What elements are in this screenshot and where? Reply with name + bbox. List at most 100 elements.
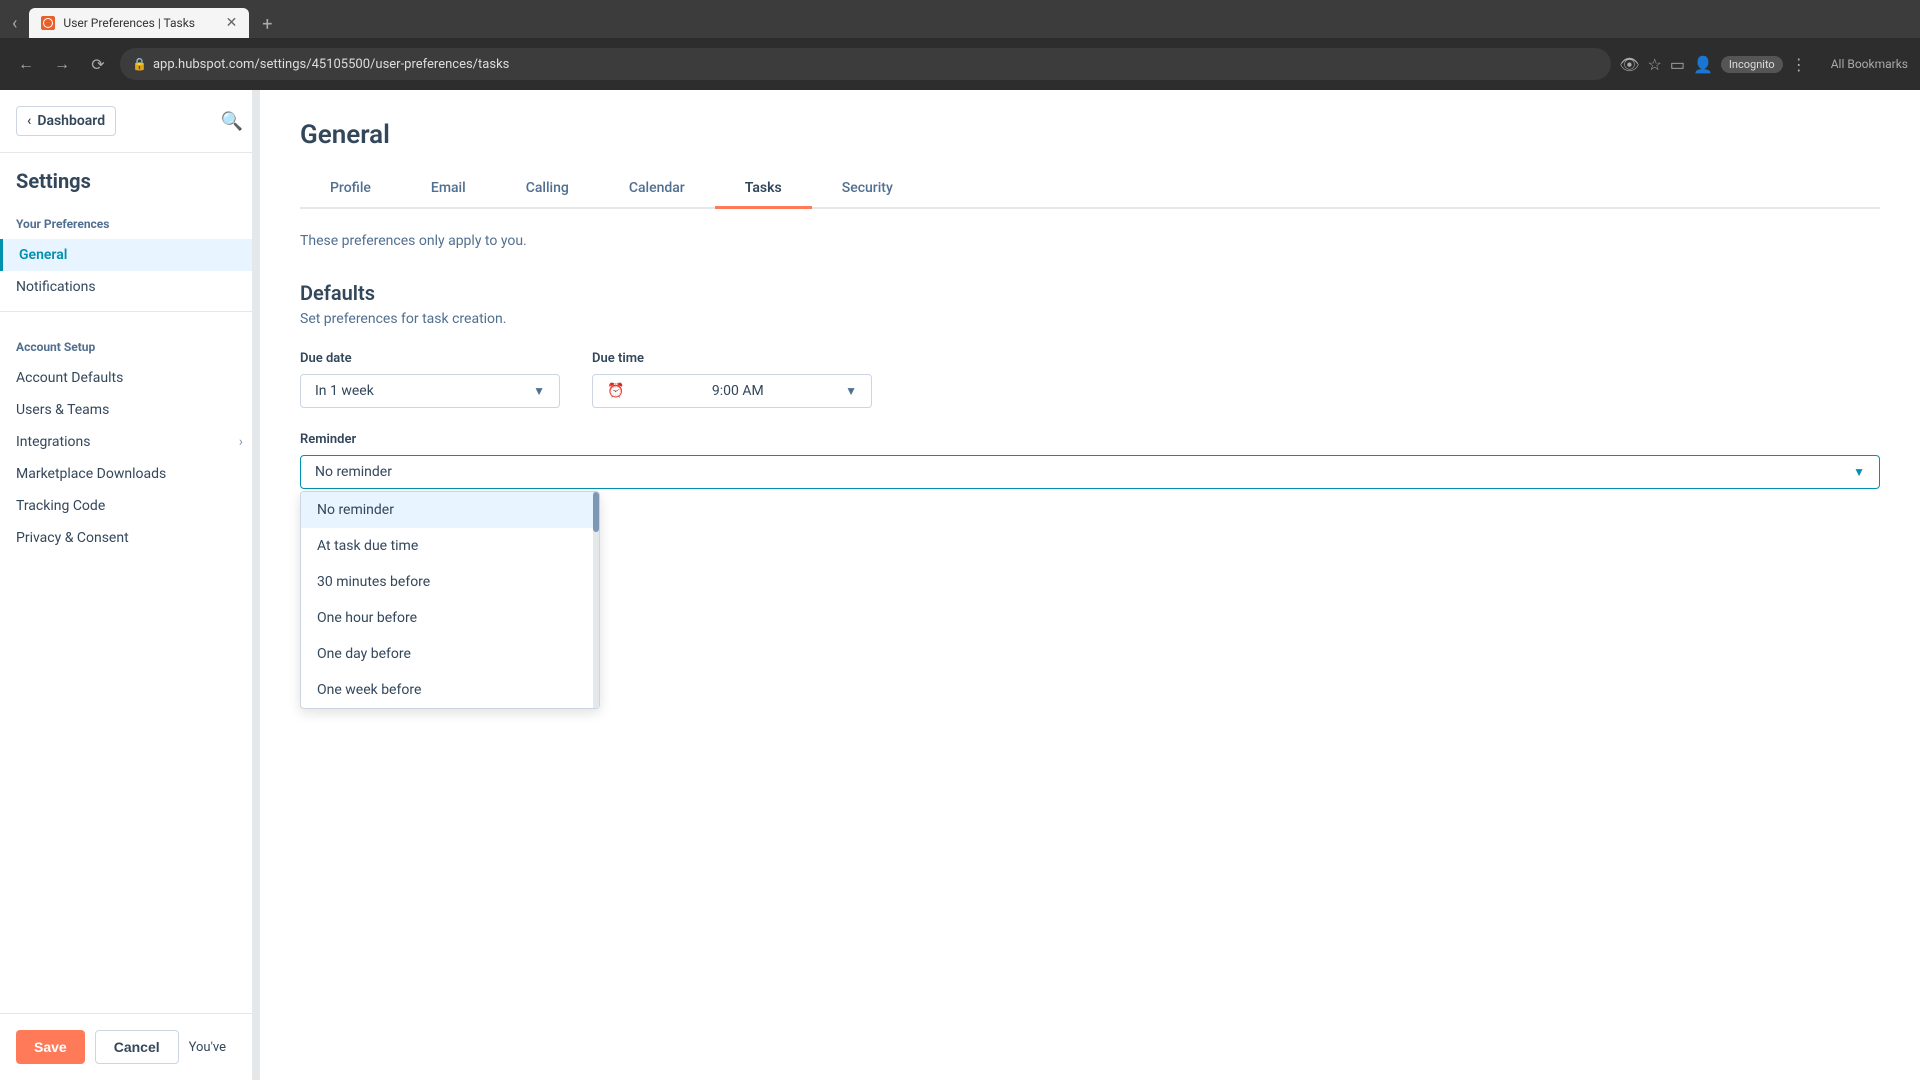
reminder-option-one-hour[interactable]: One hour before	[301, 600, 593, 636]
sidebar-scrollbar[interactable]	[252, 90, 260, 1080]
integrations-chevron-icon: ›	[239, 434, 243, 450]
bookmarks-label: All Bookmarks	[1831, 57, 1908, 71]
due-date-label: Due date	[300, 351, 560, 366]
due-time-chevron-icon: ▼	[845, 384, 857, 398]
preferences-note: These preferences only apply to you.	[300, 233, 1880, 249]
account-defaults-label: Account Defaults	[16, 370, 123, 386]
tab-email[interactable]: Email	[401, 170, 496, 209]
reminder-option-at-due-time[interactable]: At task due time	[301, 528, 593, 564]
menu-icon[interactable]: ⋮	[1791, 55, 1807, 74]
tab-calendar[interactable]: Calendar	[599, 170, 715, 209]
sidebar-item-integrations[interactable]: Integrations ›	[0, 426, 259, 458]
reminder-dropdown-menu: No reminder At task due time 30 minutes …	[300, 491, 600, 709]
tab-title: User Preferences | Tasks	[63, 16, 195, 30]
sidebar-item-notifications[interactable]: Notifications	[0, 271, 259, 303]
privacy-consent-label: Privacy & Consent	[16, 530, 129, 546]
dashboard-label: Dashboard	[37, 113, 105, 129]
integrations-label: Integrations	[16, 434, 90, 450]
address-bar[interactable]: 🔒 app.hubspot.com/settings/45105500/user…	[120, 48, 1611, 80]
cancel-button[interactable]: Cancel	[95, 1030, 179, 1064]
due-time-select[interactable]: ⏰ 9:00 AM ▼	[592, 374, 872, 408]
app-layout: ‹ Dashboard 🔍 Settings Your Preferences …	[0, 90, 1920, 1080]
defaults-subtitle: Set preferences for task creation.	[300, 311, 1880, 327]
reminder-dropdown-container: No reminder ▼ No reminder	[300, 455, 1880, 489]
due-date-group: Due date In 1 week ▼	[300, 351, 560, 408]
marketplace-label: Marketplace Downloads	[16, 466, 166, 482]
reload-button[interactable]: ⟳	[84, 50, 112, 78]
chevron-left-icon: ‹	[27, 113, 31, 129]
sidebar-item-marketplace[interactable]: Marketplace Downloads	[0, 458, 259, 490]
sidebar-item-account-defaults[interactable]: Account Defaults	[0, 362, 259, 394]
sidebar-footer: Save Cancel You've	[0, 1013, 259, 1080]
dropdown-scrollbar[interactable]	[593, 492, 599, 708]
general-label: General	[19, 247, 67, 263]
due-date-value: In 1 week	[315, 383, 374, 399]
reminder-option-no-reminder[interactable]: No reminder	[301, 492, 593, 528]
active-browser-tab[interactable]: User Preferences | Tasks ✕	[29, 8, 249, 38]
search-icon[interactable]: 🔍	[221, 111, 243, 132]
new-tab-button[interactable]: +	[253, 10, 281, 38]
nav-actions: 👁 ☆ ▭ 👤 Incognito ⋮ All Bookmarks	[1619, 55, 1908, 74]
reminder-trigger[interactable]: No reminder ▼	[300, 455, 1880, 489]
due-date-select[interactable]: In 1 week ▼	[300, 374, 560, 408]
sidebar-item-tracking-code[interactable]: Tracking Code	[0, 490, 259, 522]
page-title: General	[300, 120, 1880, 150]
star-icon[interactable]: ☆	[1648, 55, 1662, 74]
due-time-group: Due time ⏰ 9:00 AM ▼	[592, 351, 872, 408]
one-hour-label: One hour before	[317, 610, 417, 626]
sidebar-item-users-teams[interactable]: Users & Teams	[0, 394, 259, 426]
one-day-label: One day before	[317, 646, 411, 662]
due-date-trigger[interactable]: In 1 week ▼	[300, 374, 560, 408]
due-time-value: 9:00 AM	[712, 383, 764, 399]
defaults-title: Defaults	[300, 281, 1880, 305]
sidebar-divider-1	[0, 311, 259, 312]
due-time-trigger[interactable]: ⏰ 9:00 AM ▼	[592, 374, 872, 408]
sidebar-scroll: Settings Your Preferences General Notifi…	[0, 153, 259, 1013]
settings-title: Settings	[16, 169, 243, 193]
back-button[interactable]: ←	[12, 50, 40, 78]
reminder-label: Reminder	[300, 432, 1880, 447]
sidebar-item-privacy-consent[interactable]: Privacy & Consent	[0, 522, 259, 554]
lock-icon: 🔒	[132, 57, 147, 71]
tab-bar: Profile Email Calling Calendar Tasks Sec…	[300, 170, 1880, 209]
reminder-option-one-week[interactable]: One week before	[301, 672, 593, 708]
at-due-time-label: At task due time	[317, 538, 418, 554]
due-time-label: Due time	[592, 351, 872, 366]
dashboard-button[interactable]: ‹ Dashboard	[16, 106, 116, 136]
browser-tabs: ‹ User Preferences | Tasks ✕ +	[0, 0, 1920, 38]
sidebar: ‹ Dashboard 🔍 Settings Your Preferences …	[0, 90, 260, 1080]
one-week-label: One week before	[317, 682, 421, 698]
forward-button[interactable]: →	[48, 50, 76, 78]
tab-back-icon[interactable]: ‹	[8, 9, 21, 38]
tab-tasks[interactable]: Tasks	[715, 170, 812, 209]
tab-security[interactable]: Security	[812, 170, 923, 209]
save-button[interactable]: Save	[16, 1030, 85, 1064]
reminder-option-30-min[interactable]: 30 minutes before	[301, 564, 593, 600]
tab-close-button[interactable]: ✕	[226, 15, 238, 31]
users-teams-label: Users & Teams	[16, 402, 109, 418]
account-setup-section: Account Setup	[0, 320, 259, 362]
defaults-section: Defaults Set preferences for task creati…	[300, 281, 1880, 529]
reminder-value: No reminder	[315, 464, 392, 480]
address-text: app.hubspot.com/settings/45105500/user-p…	[153, 57, 509, 72]
due-date-chevron-icon: ▼	[533, 384, 545, 398]
scrollbar-thumb	[593, 492, 599, 532]
tab-calling[interactable]: Calling	[496, 170, 599, 209]
profile-icon[interactable]: 👤	[1693, 55, 1713, 74]
tab-profile[interactable]: Profile	[300, 170, 401, 209]
tracking-code-label: Tracking Code	[16, 498, 105, 514]
saved-notice: You've	[189, 1030, 226, 1064]
reminder-option-one-day[interactable]: One day before	[301, 636, 593, 672]
sidebar-item-general[interactable]: General	[0, 239, 259, 271]
eye-icon[interactable]: 👁	[1619, 55, 1639, 74]
due-date-time-row: Due date In 1 week ▼ Due time ⏰	[300, 351, 1880, 408]
incognito-badge: Incognito	[1721, 56, 1783, 73]
reminder-dropdown-scroll[interactable]: No reminder At task due time 30 minutes …	[301, 492, 593, 708]
sidebar-header: ‹ Dashboard 🔍	[0, 90, 259, 153]
main-content: General Profile Email Calling Calendar T…	[260, 90, 1920, 1080]
browser-nav: ← → ⟳ 🔒 app.hubspot.com/settings/4510550…	[0, 38, 1920, 90]
clock-icon: ⏰	[607, 383, 624, 399]
main-inner: General Profile Email Calling Calendar T…	[260, 90, 1920, 559]
extensions-icon[interactable]: ▭	[1670, 55, 1685, 74]
browser-chrome: ‹ User Preferences | Tasks ✕ + ← → ⟳ 🔒 a…	[0, 0, 1920, 90]
